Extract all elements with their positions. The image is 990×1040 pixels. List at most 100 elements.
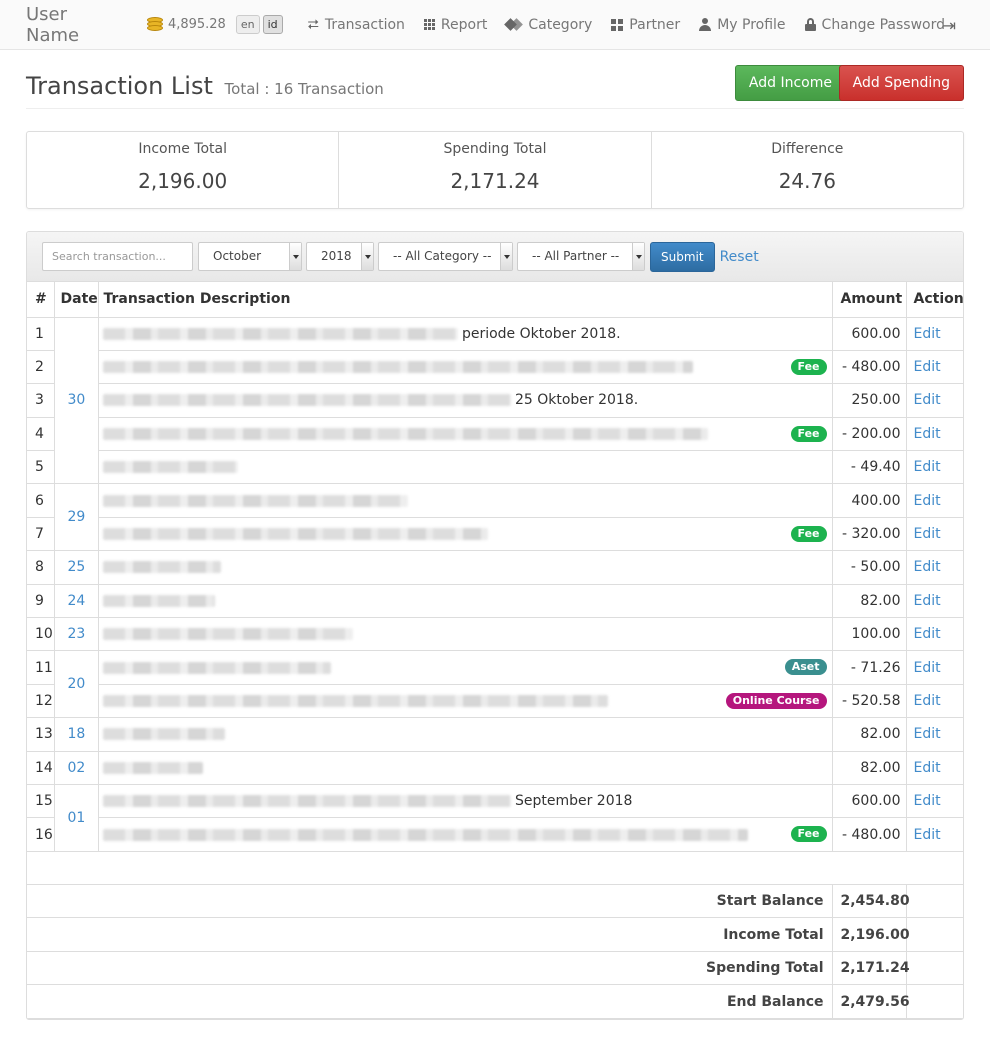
row-num: 6: [27, 483, 55, 518]
redacted-text: [102, 427, 708, 440]
lock-icon: [804, 18, 816, 31]
row-amount: 100.00: [831, 617, 907, 652]
row-num: 4: [27, 416, 55, 452]
row-date[interactable]: 30: [53, 316, 99, 485]
spacer-row: [27, 850, 963, 885]
partner-grid-icon: [611, 18, 624, 31]
row-amount: - 71.26: [831, 650, 907, 685]
edit-link[interactable]: Edit: [914, 827, 941, 843]
table-row: 7 Fee - 320.00 Edit: [27, 516, 963, 552]
edit-link[interactable]: Edit: [914, 493, 941, 509]
edit-link[interactable]: Edit: [914, 660, 941, 676]
submit-button[interactable]: Submit: [650, 241, 715, 272]
row-amount: - 480.00: [831, 349, 907, 385]
reset-link[interactable]: Reset: [720, 249, 759, 265]
month-select-value: October: [213, 249, 262, 263]
row-description-text: September 2018: [514, 793, 633, 810]
row-description: Fee: [97, 516, 833, 552]
row-amount: - 200.00: [831, 416, 907, 452]
edit-link[interactable]: Edit: [914, 326, 941, 342]
year-select[interactable]: 2018: [306, 242, 374, 271]
row-date[interactable]: 29: [53, 483, 99, 552]
nav-item-category[interactable]: Category: [506, 17, 592, 33]
table-row: 11 20 Aset - 71.26 Edit: [27, 650, 963, 719]
summary-spending: Spending Total 2,171.24: [339, 132, 652, 208]
col-header-action: Action: [905, 282, 963, 318]
row-date[interactable]: 23: [53, 617, 99, 652]
row-amount: 600.00: [831, 783, 907, 819]
row-date[interactable]: 02: [53, 750, 99, 785]
redacted-text: [102, 327, 458, 340]
edit-link[interactable]: Edit: [914, 359, 941, 375]
nav-item-my-profile[interactable]: My Profile: [699, 17, 786, 33]
add-income-button[interactable]: Add Income: [734, 65, 846, 101]
table-row: 12 Online Course - 520.58 Edit: [27, 683, 963, 719]
table-row: 15 01 September 2018 600.00 Edit: [27, 783, 963, 852]
table-row: 3 25 Oktober 2018. 250.00 Edit: [27, 383, 963, 418]
summary-difference: Difference 24.76: [652, 132, 963, 208]
table-row: 6 29 400.00 Edit: [27, 483, 963, 552]
row-description: [97, 550, 833, 585]
row-description: Aset: [97, 650, 833, 685]
tags-icon: [506, 19, 522, 31]
transaction-panel: Search transaction... October 2018 -- Al…: [26, 231, 964, 1020]
row-date[interactable]: 01: [53, 783, 99, 852]
row-date[interactable]: 25: [53, 550, 99, 585]
page-title: Transaction List Total : 16 Transaction: [26, 72, 384, 100]
logout-icon[interactable]: ⇥: [943, 16, 956, 35]
nav-item-partner[interactable]: Partner: [611, 17, 680, 33]
row-num: 3: [27, 383, 55, 418]
row-description-text: 25 Oktober 2018.: [514, 392, 639, 409]
chevron-down-icon: [361, 243, 373, 270]
edit-link[interactable]: Edit: [914, 426, 941, 442]
edit-link[interactable]: Edit: [914, 626, 941, 642]
table-row: 9 24 82.00 Edit: [27, 583, 963, 619]
search-input[interactable]: Search transaction...: [42, 242, 193, 271]
row-num: 16: [27, 817, 55, 852]
nav-item-report[interactable]: Report: [423, 17, 487, 33]
end-balance-value: 2,479.56: [831, 984, 910, 1019]
row-description: Fee: [97, 416, 833, 452]
redacted-text: [102, 795, 511, 808]
edit-link[interactable]: Edit: [914, 693, 941, 709]
row-amount: 250.00: [831, 383, 907, 418]
redacted-text: [102, 761, 203, 774]
month-select[interactable]: October: [198, 242, 302, 271]
balance-display: 4,895.28: [146, 16, 226, 33]
edit-link[interactable]: Edit: [914, 726, 941, 742]
lang-en-button[interactable]: en: [235, 15, 260, 34]
row-date[interactable]: 24: [53, 583, 99, 619]
navbar: User Name 4,895.28 en id ⮂ Transaction R…: [0, 0, 990, 50]
row-description: [97, 583, 833, 619]
row-amount: - 480.00: [831, 817, 907, 852]
row-description-text: periode Oktober 2018.: [461, 325, 621, 342]
summary-income-label: Income Total: [138, 141, 227, 157]
nav-item-change-password[interactable]: Change Password: [804, 17, 945, 33]
user-name-brand[interactable]: User Name: [26, 4, 125, 46]
row-description: Fee: [97, 349, 833, 385]
edit-link[interactable]: Edit: [914, 760, 941, 776]
nav-item-transaction[interactable]: ⮂ Transaction: [308, 17, 405, 33]
edit-link[interactable]: Edit: [914, 593, 941, 609]
row-description: 25 Oktober 2018.: [97, 383, 833, 418]
table-row: 10 23 100.00 Edit: [27, 617, 963, 652]
add-spending-button[interactable]: Add Spending: [838, 65, 964, 101]
balance-value: 4,895.28: [167, 17, 226, 32]
col-header-amount: Amount: [831, 282, 907, 318]
report-icon: [423, 19, 435, 30]
summary-spending-label: Spending Total: [443, 141, 547, 157]
edit-link[interactable]: Edit: [914, 793, 941, 809]
row-date[interactable]: 20: [53, 650, 99, 719]
col-header-num: #: [27, 282, 55, 318]
income-total-value: 2,196.00: [831, 917, 910, 952]
category-select[interactable]: -- All Category --: [378, 242, 513, 271]
edit-link[interactable]: Edit: [914, 392, 941, 408]
chevron-down-icon: [289, 243, 301, 270]
lang-id-button[interactable]: id: [262, 15, 283, 34]
edit-link[interactable]: Edit: [914, 526, 941, 542]
row-date[interactable]: 18: [53, 717, 99, 752]
edit-link[interactable]: Edit: [914, 559, 941, 575]
edit-link[interactable]: Edit: [914, 459, 941, 475]
row-description: [97, 617, 833, 652]
partner-select[interactable]: -- All Partner --: [517, 242, 645, 271]
